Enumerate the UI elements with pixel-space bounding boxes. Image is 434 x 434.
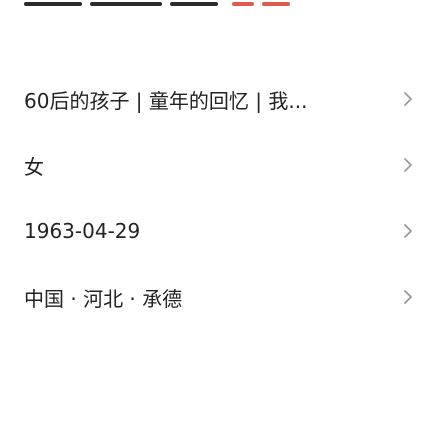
chevron-right-icon — [402, 221, 414, 241]
cropped-text-fragment — [24, 2, 82, 6]
cropped-text-fragment — [90, 2, 162, 6]
chevron-right-icon — [402, 287, 414, 307]
cropped-header — [0, 0, 434, 14]
profile-detail-screen: 60后的孩子 | 童年的回忆 | 我... 女 1963-04-29 中国 · … — [0, 0, 434, 434]
cropped-badge-fragment — [262, 2, 290, 6]
list-item-label: 60后的孩子 | 童年的回忆 | 我... — [24, 88, 308, 113]
list-item-birthday[interactable]: 1963-04-29 — [24, 198, 414, 264]
list-item-gender[interactable]: 女 — [24, 132, 414, 198]
list-item-region[interactable]: 中国 · 河北 · 承德 — [24, 264, 414, 330]
list-item-label: 女 — [24, 154, 44, 179]
cropped-text-fragment — [170, 2, 218, 6]
list-item-label: 中国 · 河北 · 承德 — [24, 286, 183, 311]
chevron-right-icon — [402, 89, 414, 109]
chevron-right-icon — [402, 155, 414, 175]
list-item-label: 1963-04-29 — [24, 219, 141, 243]
cropped-badge-fragment — [232, 2, 254, 6]
list-item-signature[interactable]: 60后的孩子 | 童年的回忆 | 我... — [24, 66, 414, 132]
